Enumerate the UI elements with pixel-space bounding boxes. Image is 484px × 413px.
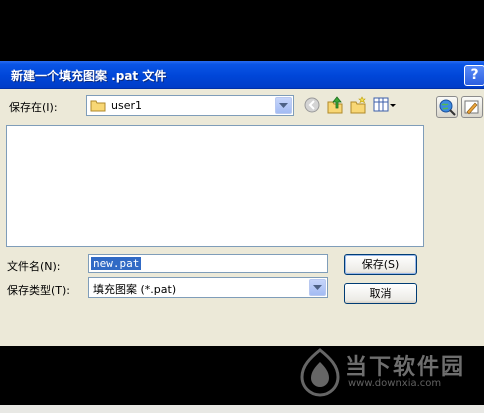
watermark-logo-icon [300,348,340,397]
back-icon[interactable] [304,97,322,115]
filetype-value: 填充图案 (*.pat) [93,283,177,296]
top-black-band [0,0,484,61]
filetype-combo[interactable]: 填充图案 (*.pat) [88,277,328,298]
new-folder-icon[interactable] [349,96,367,114]
tools-button[interactable] [461,96,483,118]
filetype-label: 保存类型(T): [7,284,71,297]
folder-icon [90,100,106,112]
search-web-button[interactable] [436,96,458,118]
save-in-combo[interactable]: user1 [86,95,294,116]
watermark-name: 当下软件园 [345,355,466,380]
save-in-value: user1 [111,99,142,112]
save-button[interactable]: 保存(S) [344,254,417,275]
file-list[interactable] [6,125,424,247]
title-bar: 新建一个填充图案 .pat 文件 ? [0,61,484,89]
save-dialog: 新建一个填充图案 .pat 文件 ? 保存在(I): user1 文件名(N):… [0,61,484,346]
chevron-down-icon[interactable] [309,279,326,296]
up-folder-icon[interactable] [326,96,344,114]
save-in-label: 保存在(I): [9,101,58,114]
bottom-strip [0,405,484,413]
chevron-down-icon[interactable] [275,97,292,114]
view-menu-icon[interactable] [373,96,397,114]
cancel-button[interactable]: 取消 [344,283,417,304]
filename-label: 文件名(N): [7,260,61,273]
filename-field[interactable]: new.pat [88,254,328,273]
watermark-url: www.downxia.com [348,378,442,389]
filename-value: new.pat [91,257,142,270]
watermark: 当下软件园 www.downxia.com [298,346,478,406]
help-button[interactable]: ? [464,65,484,86]
tools-icon [464,100,479,115]
window-title: 新建一个填充图案 .pat 文件 [11,69,167,83]
globe-search-icon [439,99,456,116]
